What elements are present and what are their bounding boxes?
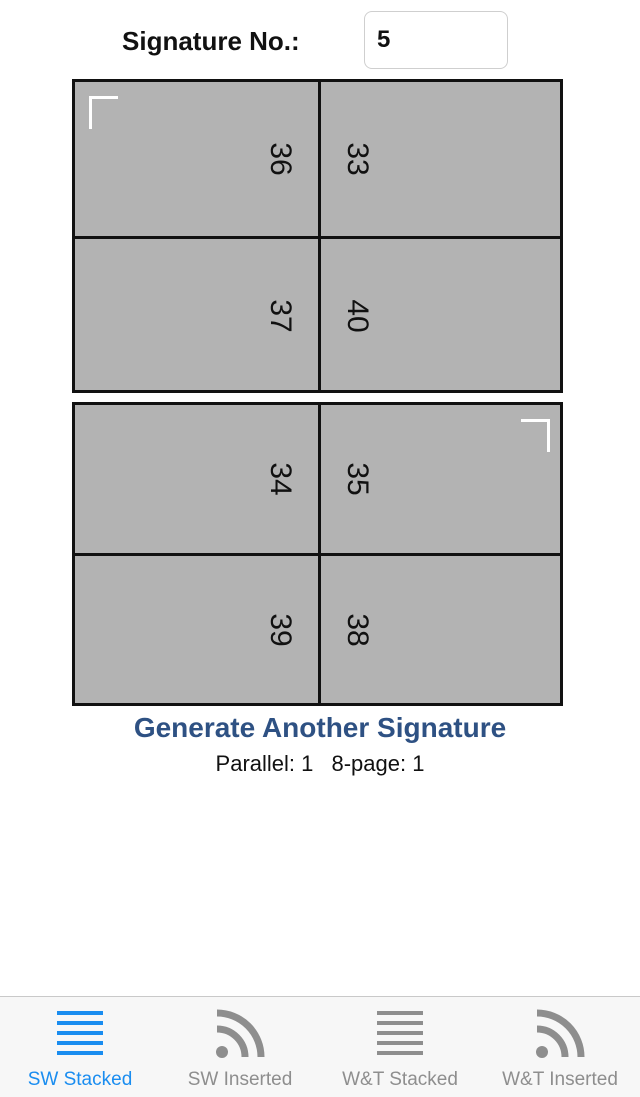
corner-mark-icon <box>521 419 550 452</box>
page-cell: 40 <box>321 239 564 393</box>
tab-label: W&T Stacked <box>342 1069 458 1090</box>
tab-wt-stacked[interactable]: W&T Stacked <box>320 997 480 1097</box>
page-number: 34 <box>264 462 297 496</box>
page-number: 38 <box>341 612 374 647</box>
tab-sw-stacked[interactable]: SW Stacked <box>0 997 160 1097</box>
eight-page-count: 8-page: 1 <box>331 751 425 776</box>
parallel-count: Parallel: 1 <box>215 751 314 776</box>
tab-label: SW Inserted <box>187 1069 293 1090</box>
rss-icon <box>216 1009 265 1058</box>
tab-label: W&T Inserted <box>502 1069 618 1090</box>
tab-wt-inserted[interactable]: W&T Inserted <box>480 997 640 1097</box>
page-number: 36 <box>264 142 297 176</box>
page-number: 39 <box>264 612 297 647</box>
rss-icon <box>536 1009 585 1058</box>
sheet-top: 36 33 37 40 <box>72 79 563 393</box>
fold-line-horizontal <box>75 236 560 239</box>
stacked-lines-icon <box>377 1011 423 1055</box>
page-number: 37 <box>264 299 297 333</box>
page-cell: 37 <box>75 239 318 393</box>
page-cell: 36 <box>75 82 318 236</box>
page-cell: 35 <box>321 405 564 553</box>
page-cell: 39 <box>75 556 318 703</box>
generate-signature-link[interactable]: Generate Another Signature <box>0 712 640 744</box>
page-cell: 34 <box>75 405 318 553</box>
page-number: 40 <box>341 299 374 333</box>
tab-label: SW Stacked <box>27 1069 133 1090</box>
signature-label: Signature No.: <box>122 26 300 56</box>
signature-number-input[interactable] <box>364 11 508 69</box>
page-number: 35 <box>341 462 374 496</box>
page-cell: 33 <box>321 82 564 236</box>
stacked-lines-icon <box>57 1011 103 1055</box>
tab-sw-inserted[interactable]: SW Inserted <box>160 997 320 1097</box>
sheet-bottom: 34 35 39 38 <box>72 402 563 706</box>
fold-line-horizontal <box>75 553 560 556</box>
page-number: 33 <box>341 142 374 176</box>
page-cell: 38 <box>321 556 564 703</box>
tab-bar: SW Stacked SW Inserted W&T Stacked W&T I… <box>0 996 640 1097</box>
stats-line: Parallel: 1 8-page: 1 <box>0 751 640 777</box>
corner-mark-icon <box>89 96 118 129</box>
